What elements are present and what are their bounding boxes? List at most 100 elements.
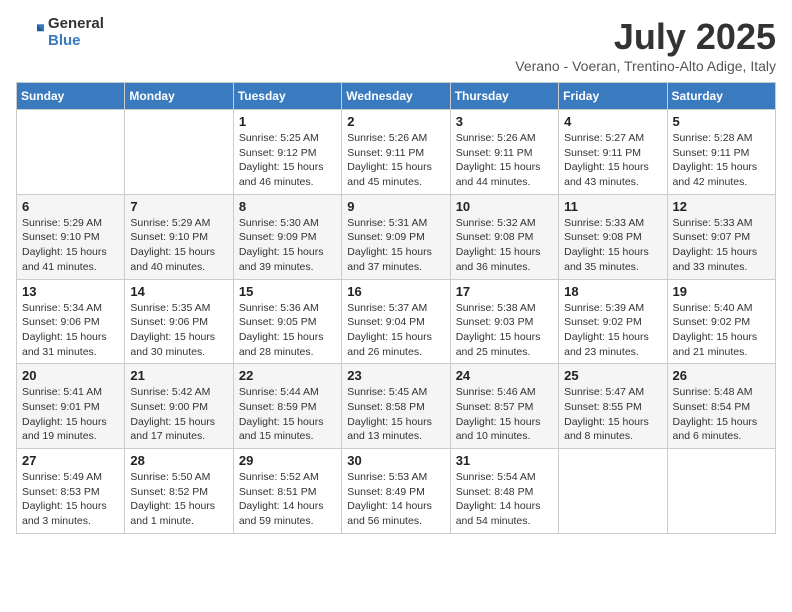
cell-day-number: 10 (456, 199, 553, 214)
cell-day-number: 15 (239, 284, 336, 299)
title-block: July 2025 Verano - Voeran, Trentino-Alto… (515, 16, 776, 74)
cell-day-number: 1 (239, 114, 336, 129)
calendar-cell: 3Sunrise: 5:26 AM Sunset: 9:11 PM Daylig… (450, 110, 558, 195)
calendar-cell: 2 Sunrise: 5:26 AM Sunset: 9:11 PM Daylig… (342, 110, 450, 195)
calendar-cell: 18 Sunrise: 5:39 AM Sunset: 9:02 PM Dayli… (559, 279, 667, 364)
calendar-cell: 23 Sunrise: 5:45 AM Sunset: 8:58 PM Dayli… (342, 364, 450, 449)
cell-day-info: Sunrise: 5:45 AM Sunset: 8:58 PM Dayligh… (347, 385, 444, 444)
cell-day-info: Sunrise: 5:50 AM Sunset: 8:52 PM Dayligh… (130, 470, 227, 529)
calendar-cell: 22Sunrise: 5:44 AM Sunset: 8:59 PM Dayli… (233, 364, 341, 449)
location: Verano - Voeran, Trentino-Alto Adige, It… (515, 58, 776, 74)
cell-day-info: Sunrise: 5:39 AM Sunset: 9:02 PM Dayligh… (564, 301, 661, 360)
cell-day-info: Sunrise: 5:54 AM Sunset: 8:48 PM Dayligh… (456, 470, 553, 529)
cell-day-info: Sunrise: 5:38 AM Sunset: 9:03 PM Dayligh… (456, 301, 553, 360)
calendar-cell: 5 Sunrise: 5:28 AM Sunset: 9:11 PM Daylig… (667, 110, 775, 195)
cell-day-info: Sunrise: 5:29 AM Sunset: 9:10 PM Dayligh… (130, 216, 227, 275)
calendar-cell (667, 449, 775, 534)
calendar-cell: 21 Sunrise: 5:42 AM Sunset: 9:00 PM Dayli… (125, 364, 233, 449)
calendar-cell: 30Sunrise: 5:53 AM Sunset: 8:49 PM Dayli… (342, 449, 450, 534)
cell-day-number: 20 (22, 368, 119, 383)
cell-day-number: 13 (22, 284, 119, 299)
day-of-week-header: Sunday (17, 83, 125, 110)
calendar-cell (125, 110, 233, 195)
cell-day-info: Sunrise: 5:49 AM Sunset: 8:53 PM Dayligh… (22, 470, 119, 529)
cell-day-number: 16 (347, 284, 444, 299)
cell-day-info: Sunrise: 5:48 AM Sunset: 8:54 PM Dayligh… (673, 385, 770, 444)
month-title: July 2025 (515, 16, 776, 58)
calendar-cell: 9Sunrise: 5:31 AM Sunset: 9:09 PM Daylig… (342, 194, 450, 279)
cell-day-number: 31 (456, 453, 553, 468)
cell-day-info: Sunrise: 5:42 AM Sunset: 9:00 PM Dayligh… (130, 385, 227, 444)
cell-day-info: Sunrise: 5:47 AM Sunset: 8:55 PM Dayligh… (564, 385, 661, 444)
calendar-cell: 7 Sunrise: 5:29 AM Sunset: 9:10 PM Daylig… (125, 194, 233, 279)
cell-day-info: Sunrise: 5:52 AM Sunset: 8:51 PM Dayligh… (239, 470, 336, 529)
calendar-week-row: 27Sunrise: 5:49 AM Sunset: 8:53 PM Dayli… (17, 449, 776, 534)
calendar-cell: 31 Sunrise: 5:54 AM Sunset: 8:48 PM Dayli… (450, 449, 558, 534)
cell-day-info: Sunrise: 5:29 AM Sunset: 9:10 PM Dayligh… (22, 216, 119, 275)
cell-day-info: Sunrise: 5:37 AM Sunset: 9:04 PM Dayligh… (347, 301, 444, 360)
cell-day-info: Sunrise: 5:34 AM Sunset: 9:06 PM Dayligh… (22, 301, 119, 360)
day-of-week-header: Thursday (450, 83, 558, 110)
cell-day-number: 21 (130, 368, 227, 383)
calendar-cell: 1 Sunrise: 5:25 AM Sunset: 9:12 PM Daylig… (233, 110, 341, 195)
day-of-week-header: Wednesday (342, 83, 450, 110)
cell-day-number: 23 (347, 368, 444, 383)
cell-day-number: 24 (456, 368, 553, 383)
calendar-week-row: 6 Sunrise: 5:29 AM Sunset: 9:10 PM Daylig… (17, 194, 776, 279)
calendar-cell: 4 Sunrise: 5:27 AM Sunset: 9:11 PM Daylig… (559, 110, 667, 195)
page-header: General Blue July 2025 Verano - Voeran, … (16, 16, 776, 74)
cell-day-number: 5 (673, 114, 770, 129)
calendar-cell: 14Sunrise: 5:35 AM Sunset: 9:06 PM Dayli… (125, 279, 233, 364)
calendar-cell (559, 449, 667, 534)
cell-day-info: Sunrise: 5:46 AM Sunset: 8:57 PM Dayligh… (456, 385, 553, 444)
logo: General Blue (16, 16, 104, 49)
cell-day-number: 4 (564, 114, 661, 129)
calendar-header: SundayMondayTuesdayWednesdayThursdayFrid… (17, 83, 776, 110)
cell-day-number: 8 (239, 199, 336, 214)
cell-day-info: Sunrise: 5:33 AM Sunset: 9:07 PM Dayligh… (673, 216, 770, 275)
calendar-week-row: 1 Sunrise: 5:25 AM Sunset: 9:12 PM Daylig… (17, 110, 776, 195)
cell-day-info: Sunrise: 5:53 AM Sunset: 8:49 PM Dayligh… (347, 470, 444, 529)
calendar-week-row: 13 Sunrise: 5:34 AM Sunset: 9:06 PM Dayli… (17, 279, 776, 364)
calendar-cell: 13 Sunrise: 5:34 AM Sunset: 9:06 PM Dayli… (17, 279, 125, 364)
cell-day-number: 7 (130, 199, 227, 214)
logo-text: General Blue (48, 16, 104, 49)
calendar-cell (17, 110, 125, 195)
calendar-cell: 28Sunrise: 5:50 AM Sunset: 8:52 PM Dayli… (125, 449, 233, 534)
cell-day-number: 6 (22, 199, 119, 214)
calendar-cell: 15Sunrise: 5:36 AM Sunset: 9:05 PM Dayli… (233, 279, 341, 364)
cell-day-info: Sunrise: 5:28 AM Sunset: 9:11 PM Dayligh… (673, 131, 770, 190)
cell-day-number: 29 (239, 453, 336, 468)
cell-day-info: Sunrise: 5:44 AM Sunset: 8:59 PM Dayligh… (239, 385, 336, 444)
cell-day-number: 25 (564, 368, 661, 383)
cell-day-info: Sunrise: 5:40 AM Sunset: 9:02 PM Dayligh… (673, 301, 770, 360)
logo-icon (16, 19, 44, 47)
cell-day-number: 26 (673, 368, 770, 383)
calendar-week-row: 20 Sunrise: 5:41 AM Sunset: 9:01 PM Dayli… (17, 364, 776, 449)
cell-day-info: Sunrise: 5:27 AM Sunset: 9:11 PM Dayligh… (564, 131, 661, 190)
cell-day-number: 2 (347, 114, 444, 129)
calendar-cell: 10 Sunrise: 5:32 AM Sunset: 9:08 PM Dayli… (450, 194, 558, 279)
calendar-cell: 16 Sunrise: 5:37 AM Sunset: 9:04 PM Dayli… (342, 279, 450, 364)
cell-day-number: 3 (456, 114, 553, 129)
cell-day-number: 12 (673, 199, 770, 214)
day-of-week-header: Monday (125, 83, 233, 110)
cell-day-info: Sunrise: 5:30 AM Sunset: 9:09 PM Dayligh… (239, 216, 336, 275)
day-of-week-header: Friday (559, 83, 667, 110)
cell-day-info: Sunrise: 5:25 AM Sunset: 9:12 PM Dayligh… (239, 131, 336, 190)
day-of-week-header: Saturday (667, 83, 775, 110)
cell-day-info: Sunrise: 5:26 AM Sunset: 9:11 PM Dayligh… (347, 131, 444, 190)
calendar-cell: 24 Sunrise: 5:46 AM Sunset: 8:57 PM Dayli… (450, 364, 558, 449)
calendar-cell: 11Sunrise: 5:33 AM Sunset: 9:08 PM Dayli… (559, 194, 667, 279)
calendar-cell: 17 Sunrise: 5:38 AM Sunset: 9:03 PM Dayli… (450, 279, 558, 364)
calendar-cell: 27Sunrise: 5:49 AM Sunset: 8:53 PM Dayli… (17, 449, 125, 534)
calendar-cell: 19Sunrise: 5:40 AM Sunset: 9:02 PM Dayli… (667, 279, 775, 364)
cell-day-info: Sunrise: 5:41 AM Sunset: 9:01 PM Dayligh… (22, 385, 119, 444)
cell-day-number: 17 (456, 284, 553, 299)
cell-day-number: 11 (564, 199, 661, 214)
cell-day-info: Sunrise: 5:31 AM Sunset: 9:09 PM Dayligh… (347, 216, 444, 275)
cell-day-info: Sunrise: 5:32 AM Sunset: 9:08 PM Dayligh… (456, 216, 553, 275)
cell-day-number: 18 (564, 284, 661, 299)
calendar-cell: 25 Sunrise: 5:47 AM Sunset: 8:55 PM Dayli… (559, 364, 667, 449)
calendar-body: 1 Sunrise: 5:25 AM Sunset: 9:12 PM Daylig… (17, 110, 776, 534)
